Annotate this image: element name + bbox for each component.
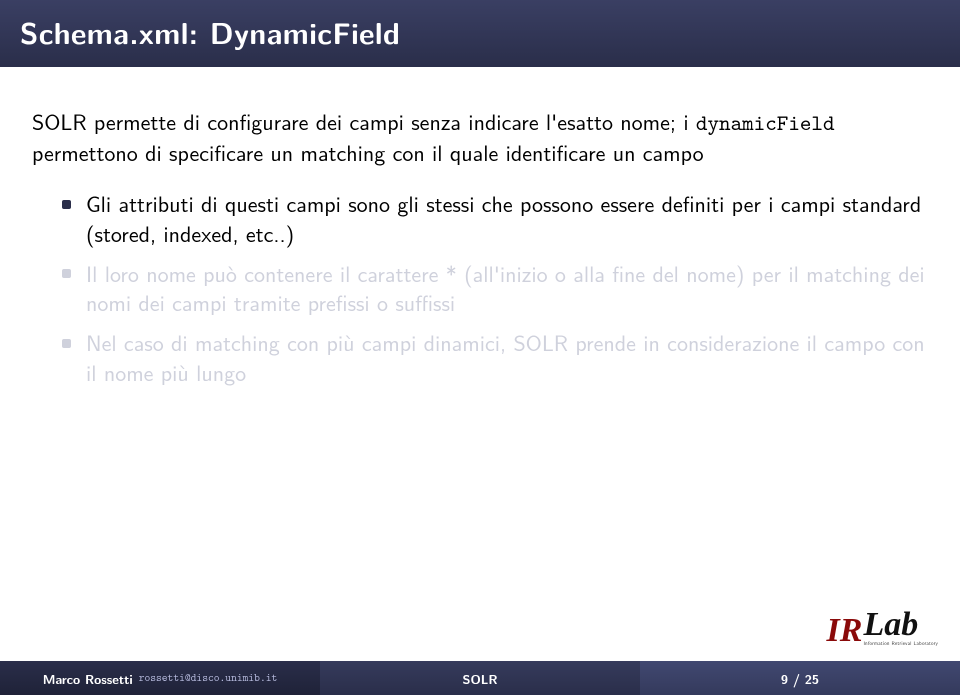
list-item-text: Nel caso di matching con più campi dinam… bbox=[86, 326, 925, 388]
footer-author-name: Marco Rossetti bbox=[43, 669, 133, 688]
irlab-logo: IR Lab Information Retrieval Laboratory bbox=[827, 610, 938, 647]
list-item: Nel caso di matching con più campi dinam… bbox=[62, 328, 928, 387]
intro-paragraph: SOLR permette di configurare dei campi s… bbox=[32, 107, 928, 167]
footer-author-email: rossetti@disco.unimib.it bbox=[139, 671, 278, 685]
list-item: Il loro nome può contenere il carattere … bbox=[62, 259, 928, 318]
footer: Marco Rossetti rossetti@disco.unimib.it … bbox=[0, 661, 960, 695]
footer-title: SOLR bbox=[320, 661, 640, 695]
list-item-text: Gli attributi di questi campi sono gli s… bbox=[86, 187, 921, 249]
footer-author: Marco Rossetti rossetti@disco.unimib.it bbox=[0, 661, 320, 695]
logo-lab: Lab bbox=[863, 610, 918, 641]
bullet-list: Gli attributi di questi campi sono gli s… bbox=[62, 189, 928, 387]
footer-page: 9 / 25 bbox=[640, 661, 960, 695]
logo-ir: IR bbox=[827, 616, 863, 647]
slide: Schema.xml: DynamicField SOLR permette d… bbox=[0, 0, 960, 695]
intro-code: dynamicField bbox=[696, 108, 835, 137]
list-item: Gli attributi di questi campi sono gli s… bbox=[62, 189, 928, 248]
slide-body: SOLR permette di configurare dei campi s… bbox=[0, 67, 960, 661]
logo-lab-box: Lab Information Retrieval Laboratory bbox=[863, 610, 938, 647]
intro-text-1: SOLR permette di configurare dei campi s… bbox=[32, 105, 696, 137]
list-item-text: Il loro nome può contenere il carattere … bbox=[86, 257, 925, 319]
intro-text-2: permettono di specificare un matching co… bbox=[32, 136, 704, 168]
logo-subtitle: Information Retrieval Laboratory bbox=[863, 639, 938, 647]
slide-title: Schema.xml: DynamicField bbox=[0, 0, 960, 67]
